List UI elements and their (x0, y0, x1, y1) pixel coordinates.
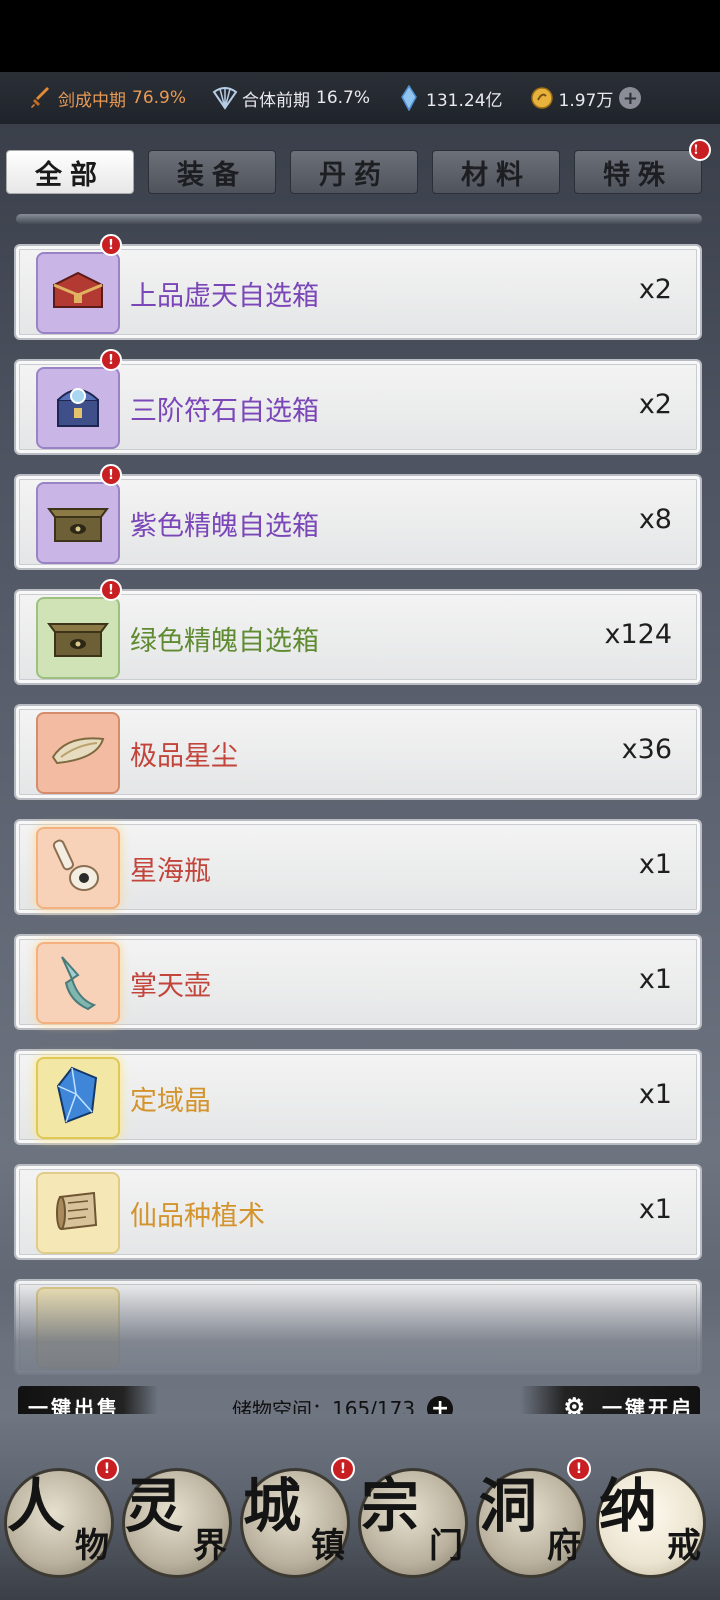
bottom-nav: 人 物 ! 灵 界 城 镇 ! 宗 门 洞 府 ! 纳 戒 (0, 1414, 720, 1600)
item-new-badge: ! (100, 234, 122, 256)
realm-label: 剑成中期 (58, 90, 126, 111)
nav-spirit-realm-big: 灵 (125, 1472, 183, 1540)
list-top-divider (16, 214, 702, 224)
nav-cave[interactable]: 洞 府 ! (476, 1457, 591, 1578)
item-new-badge: ! (100, 464, 122, 486)
fan-icon (212, 85, 238, 111)
add-gold-button[interactable]: + (619, 87, 642, 109)
gold-counter[interactable]: 1.97万 + (529, 85, 642, 111)
item-name: 定域晶 (130, 1086, 211, 1117)
nav-sect-small: 门 (429, 1526, 463, 1566)
nav-storage-ring[interactable]: 纳 戒 (596, 1468, 706, 1578)
item-new-badge: ! (100, 579, 122, 601)
item-quantity: x1 (638, 1079, 672, 1110)
tab-special[interactable]: 特殊 ! (574, 139, 711, 194)
crystal-icon (396, 85, 422, 111)
scroll-icon (50, 1185, 106, 1241)
cultivation-percent: 16.7% (316, 88, 371, 108)
category-tabs: 全部 装备 丹药 材料 特殊 ! (6, 139, 714, 196)
item-quantity: x8 (638, 504, 672, 535)
item-name: 三阶符石自选箱 (130, 396, 319, 427)
item-quantity: x2 (638, 389, 672, 420)
tab-equipment[interactable]: 装备 (148, 150, 276, 194)
nav-spirit-realm[interactable]: 灵 界 (122, 1468, 232, 1578)
list-item[interactable]: ! 紫色精魄自选箱 x8 (14, 464, 702, 570)
nav-cave-big: 洞 (479, 1472, 537, 1540)
nav-town-badge: ! (331, 1457, 355, 1481)
spirit-stone-value: 131.24亿 (426, 90, 503, 111)
nav-storage-ring-small: 戒 (667, 1526, 701, 1566)
realm-percent: 76.9% (132, 88, 187, 108)
tab-pills[interactable]: 丹药 (290, 150, 418, 194)
tab-all[interactable]: 全部 (6, 150, 134, 194)
cultivation-label: 合体前期 (242, 90, 311, 111)
item-slot (36, 942, 120, 1024)
nav-character-big: 人 (7, 1472, 65, 1540)
treasure-chest-icon (46, 263, 110, 323)
nav-cave-small: 府 (547, 1526, 581, 1566)
item-name: 上品虚天自选箱 (130, 281, 319, 312)
item-quantity: x1 (638, 1194, 672, 1225)
item-name: 星海瓶 (130, 856, 211, 887)
item-slot (36, 1172, 120, 1254)
item-quantity: x36 (621, 734, 672, 765)
nav-spirit-realm-small: 界 (193, 1526, 227, 1566)
star-bottle-icon (48, 834, 108, 902)
item-slot (36, 597, 120, 679)
item-quantity: x2 (638, 274, 672, 305)
gold-value: 1.97万 (558, 90, 614, 111)
list-item[interactable]: ! 上品虚天自选箱 x2 (14, 234, 702, 340)
list-item[interactable]: ! 三阶符石自选箱 x2 (14, 349, 702, 455)
item-name: 极品星尘 (130, 741, 238, 772)
nav-character-badge: ! (95, 1457, 119, 1481)
cultivation-progress[interactable]: 合体前期 16.7% (212, 85, 370, 111)
item-quantity: x124 (604, 619, 672, 650)
item-slot (36, 482, 120, 564)
item-slot (36, 712, 120, 794)
nav-sect[interactable]: 宗 门 (358, 1468, 468, 1578)
list-item[interactable]: 定域晶 x1 (14, 1049, 702, 1145)
item-name: 紫色精魄自选箱 (130, 511, 319, 542)
item-name: 仙品种植术 (130, 1201, 265, 1232)
tab-special-badge: ! (689, 139, 711, 161)
list-item[interactable]: ! 绿色精魄自选箱 x124 (14, 579, 702, 685)
crystal-shard-icon (48, 1064, 108, 1132)
tab-special-label: 特殊 (603, 159, 673, 191)
spirit-stone-counter[interactable]: 131.24亿 (396, 85, 503, 111)
essence-box-icon (45, 610, 111, 666)
item-quantity: x1 (638, 849, 672, 880)
item-name: 绿色精魄自选箱 (130, 626, 319, 657)
inventory-panel: 全部 装备 丹药 材料 特殊 ! ! 上品虚天自选箱 x2 ! 三阶符石自选箱 … (0, 124, 720, 1414)
resource-bar: 剑成中期 76.9% 合体前期 16.7% 131.24亿 1.97万 + (0, 72, 720, 124)
sword-icon (28, 85, 54, 111)
nav-town-small: 镇 (311, 1526, 345, 1566)
list-item[interactable]: 星海瓶 x1 (14, 819, 702, 915)
stardust-icon (47, 729, 109, 777)
item-name: 掌天壶 (130, 971, 211, 1002)
nav-storage-ring-big: 纳 (599, 1472, 657, 1540)
item-slot (36, 827, 120, 909)
heaven-pot-icon (48, 949, 108, 1017)
item-slot (36, 1057, 120, 1139)
rune-chest-icon (46, 376, 110, 440)
nav-cave-badge: ! (567, 1457, 591, 1481)
item-new-badge: ! (100, 349, 122, 371)
nav-town[interactable]: 城 镇 ! (240, 1457, 355, 1578)
coin-icon (529, 85, 555, 111)
tab-materials[interactable]: 材料 (432, 150, 560, 194)
list-item[interactable]: 仙品种植术 x1 (14, 1164, 702, 1260)
essence-box-icon (45, 495, 111, 551)
nav-character[interactable]: 人 物 ! (4, 1457, 119, 1578)
item-slot (36, 252, 120, 334)
nav-character-small: 物 (75, 1526, 109, 1566)
list-item[interactable]: 掌天壶 x1 (14, 934, 702, 1030)
status-bar-area (0, 0, 720, 72)
nav-sect-big: 宗 (361, 1472, 419, 1540)
item-slot (36, 367, 120, 449)
list-item[interactable]: 极品星尘 x36 (14, 704, 702, 800)
realm-progress[interactable]: 剑成中期 76.9% (28, 85, 186, 111)
item-quantity: x1 (638, 964, 672, 995)
nav-town-big: 城 (243, 1472, 301, 1540)
